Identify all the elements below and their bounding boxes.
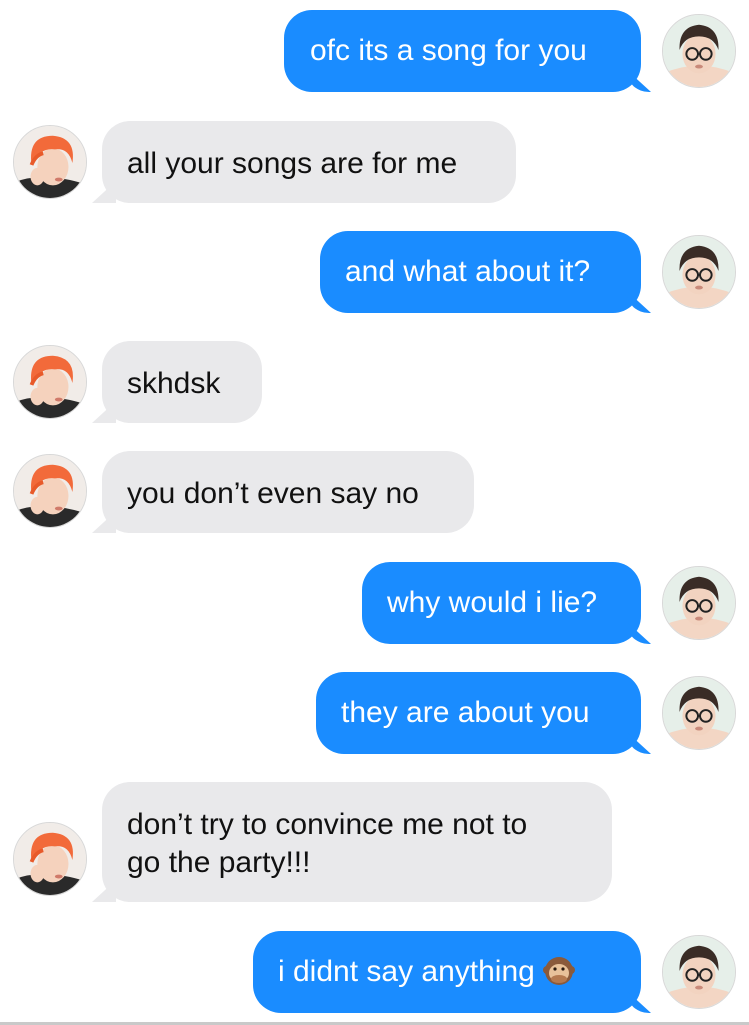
sender-a-avatar[interactable] — [13, 822, 87, 896]
message-text: ofc its a song for you — [310, 34, 587, 67]
speak-no-evil-monkey-icon — [542, 955, 575, 987]
contact-photo-icon — [14, 823, 86, 895]
message-text: skhdsk — [127, 367, 221, 400]
contact-photo-icon — [663, 15, 735, 87]
outgoing-message-bubble[interactable]: and what about it? — [320, 231, 641, 313]
incoming-message-bubble[interactable]: you don’t even say no — [102, 451, 474, 533]
message-text: they are about you — [341, 696, 590, 729]
message-text: all your songs are for me — [127, 147, 458, 180]
sender-a-avatar[interactable] — [13, 345, 87, 419]
contact-photo-icon — [14, 126, 86, 198]
outgoing-message-bubble[interactable]: ofc its a song for you — [284, 10, 641, 92]
message-text-line-1: don’t try to convince me not to — [127, 808, 528, 841]
message-text: you don’t even say no — [127, 477, 419, 510]
message-text-line-2: go the party!!! — [127, 846, 311, 879]
sender-b-avatar[interactable] — [662, 14, 736, 88]
outgoing-message-bubble[interactable]: they are about you — [316, 672, 641, 754]
outgoing-message-bubble[interactable]: why would i lie? — [362, 562, 641, 644]
contact-photo-icon — [14, 455, 86, 527]
sender-a-avatar[interactable] — [13, 454, 87, 528]
incoming-message-bubble[interactable]: skhdsk — [102, 341, 262, 423]
contact-photo-icon — [663, 236, 735, 308]
incoming-message-bubble[interactable]: all your songs are for me — [102, 121, 516, 203]
incoming-message-bubble[interactable]: don’t try to convince me not to go the p… — [102, 782, 612, 902]
sender-a-avatar[interactable] — [13, 125, 87, 199]
outgoing-message-bubble[interactable]: i didnt say anything — [253, 931, 641, 1013]
sender-b-avatar[interactable] — [662, 676, 736, 750]
contact-photo-icon — [663, 567, 735, 639]
sender-b-avatar[interactable] — [662, 235, 736, 309]
message-text-with-emoji: i didnt say anything — [278, 953, 641, 991]
contact-photo-icon — [663, 677, 735, 749]
sender-b-avatar[interactable] — [662, 935, 736, 1009]
message-text: i didnt say anything — [278, 955, 535, 988]
sender-b-avatar[interactable] — [662, 566, 736, 640]
message-thread: ofc its a song for you all your songs ar… — [0, 0, 749, 1025]
contact-photo-icon — [14, 346, 86, 418]
message-text: and what about it? — [345, 255, 591, 288]
contact-photo-icon — [663, 936, 735, 1008]
message-text: why would i lie? — [387, 586, 598, 619]
